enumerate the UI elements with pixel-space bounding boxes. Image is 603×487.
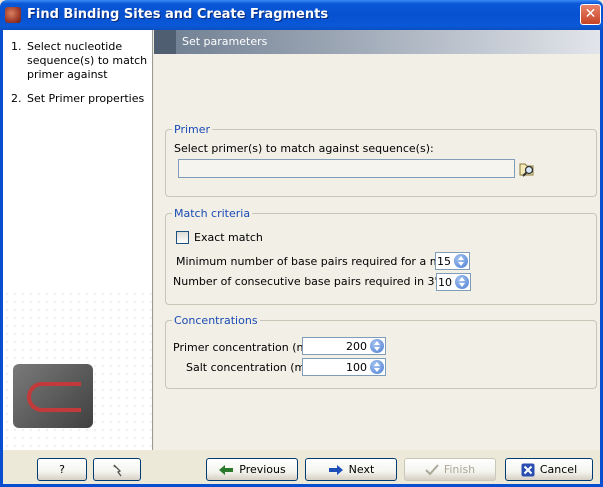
spinner-arrows-icon[interactable] xyxy=(370,360,384,374)
page-title: Set parameters xyxy=(182,35,268,48)
next-button[interactable]: Next xyxy=(305,458,397,481)
primer-concentration-spinner[interactable]: 200 xyxy=(302,337,386,355)
spinner-arrows-icon[interactable] xyxy=(370,339,384,353)
primer-concentration-value: 200 xyxy=(346,340,367,353)
primer-input[interactable] xyxy=(178,159,515,178)
min-bp-label: Minimum number of base pairs required fo… xyxy=(176,255,469,268)
arrow-left-icon xyxy=(219,464,234,475)
step-item: 1. Select nucleotide sequence(s) to matc… xyxy=(11,40,148,82)
finish-label: Finish xyxy=(443,463,476,476)
exact-match-label: Exact match xyxy=(194,231,263,244)
step-label: Select nucleotide sequence(s) to match p… xyxy=(27,40,148,81)
primer-concentration-label: Primer concentration (nM) xyxy=(173,341,318,354)
cancel-button[interactable]: Cancel xyxy=(505,458,593,481)
primer-group: Primer Select primer(s) to match against… xyxy=(165,123,597,197)
cancel-x-icon xyxy=(521,463,535,476)
min-bp-spinner[interactable]: 15 xyxy=(435,252,470,270)
close-button[interactable]: ✕ xyxy=(580,4,601,25)
salt-concentration-value: 100 xyxy=(346,361,367,374)
step-number: 1. xyxy=(11,40,22,53)
primer-legend: Primer xyxy=(172,123,213,136)
concentrations-legend: Concentrations xyxy=(172,314,260,327)
concentrations-group: Concentrations Primer concentration (nM)… xyxy=(165,314,597,389)
step-label: Set Primer properties xyxy=(27,92,145,105)
finish-button[interactable]: Finish xyxy=(404,458,496,481)
button-bar: ? Previous Next Finish Cancel xyxy=(3,450,600,484)
arrow-right-icon xyxy=(328,464,343,475)
consecutive-bp-label: Number of consecutive base pairs require… xyxy=(173,275,466,288)
primer-select-label: Select primer(s) to match against sequen… xyxy=(174,142,434,155)
reset-icon xyxy=(113,464,122,476)
help-button[interactable]: ? xyxy=(37,458,87,481)
spinner-arrows-icon[interactable] xyxy=(454,254,468,268)
match-criteria-legend: Match criteria xyxy=(172,207,253,220)
match-criteria-group: Match criteria Exact match Minimum numbe… xyxy=(165,207,597,305)
wizard-steps-panel: 1. Select nucleotide sequence(s) to matc… xyxy=(3,30,153,450)
min-bp-value: 15 xyxy=(437,255,451,268)
previous-button[interactable]: Previous xyxy=(206,458,298,481)
window-title: Find Binding Sites and Create Fragments xyxy=(27,7,329,22)
previous-label: Previous xyxy=(239,463,286,476)
wizard-content: Set parameters Primer Select primer(s) t… xyxy=(154,30,600,450)
spinner-arrows-icon[interactable] xyxy=(455,275,469,289)
page-header: Set parameters xyxy=(154,30,600,54)
next-label: Next xyxy=(348,463,375,476)
step-number: 2. xyxy=(11,92,22,105)
step-item: 2. Set Primer properties xyxy=(11,92,148,106)
reset-button[interactable] xyxy=(93,458,141,481)
app-icon xyxy=(5,7,21,23)
salt-concentration-spinner[interactable]: 100 xyxy=(302,358,386,376)
title-bar: Find Binding Sites and Create Fragments … xyxy=(0,0,603,30)
app-logo xyxy=(13,364,93,428)
salt-concentration-label: Salt concentration (mM) xyxy=(186,361,320,374)
browse-icon[interactable] xyxy=(518,160,536,178)
cancel-label: Cancel xyxy=(539,463,578,476)
consecutive-bp-spinner[interactable]: 10 xyxy=(436,273,471,291)
checkmark-icon xyxy=(425,463,439,475)
help-label: ? xyxy=(59,463,65,476)
consecutive-bp-value: 10 xyxy=(438,276,452,289)
exact-match-checkbox[interactable] xyxy=(176,231,189,244)
